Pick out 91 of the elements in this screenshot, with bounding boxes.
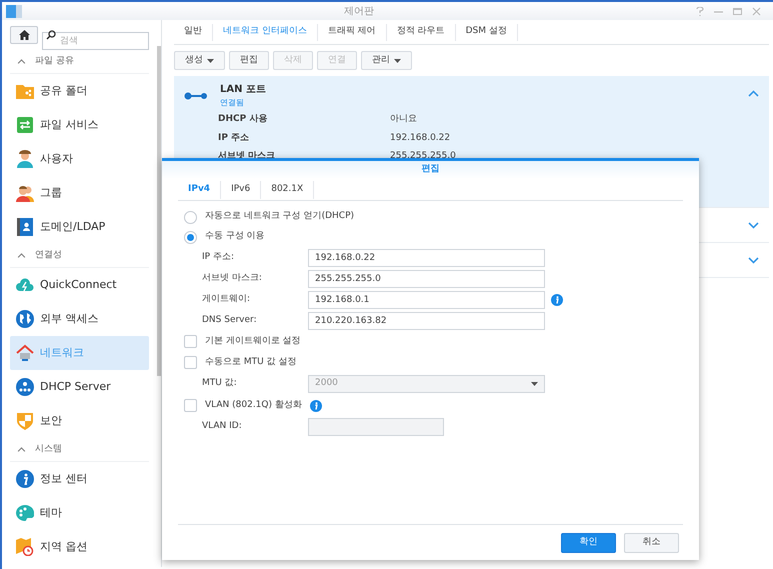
scrollbar[interactable] xyxy=(157,46,161,376)
sidebar-item[interactable]: DHCP Server xyxy=(10,370,149,404)
caret-icon xyxy=(394,58,401,62)
caret-icon xyxy=(207,58,214,62)
info-icon[interactable] xyxy=(551,294,563,306)
help-icon[interactable] xyxy=(696,6,704,16)
users-icon xyxy=(16,184,34,202)
toolbar-button[interactable]: 관리 xyxy=(361,51,412,70)
radio-label: 자동으로 네트워크 구성 얻기(DHCP) xyxy=(205,210,354,224)
search-field[interactable]: 검색 xyxy=(42,32,149,50)
field-label: VLAN ID: xyxy=(201,420,243,434)
checkbox-label: 기본 게이트웨이로 설정 xyxy=(205,334,301,348)
toolbar-button[interactable]: 생성 xyxy=(174,51,225,70)
expand-icon[interactable] xyxy=(748,222,759,228)
field-label: MTU 값: xyxy=(201,377,238,390)
sidebar-item[interactable]: 테마 xyxy=(10,496,149,530)
confirm-button[interactable]: 확인 xyxy=(561,532,616,552)
section-header[interactable]: 파일 공유 xyxy=(35,54,74,68)
cancel-button[interactable]: 취소 xyxy=(624,532,679,552)
home-icon xyxy=(18,30,30,40)
collapse-icon[interactable] xyxy=(17,446,26,452)
interface-status: 연결됨 xyxy=(220,97,245,109)
tab[interactable]: 802.1X xyxy=(261,180,314,198)
home-button[interactable] xyxy=(10,26,38,44)
checkbox[interactable] xyxy=(184,335,197,348)
user-icon xyxy=(16,150,34,168)
arrows-icon xyxy=(17,117,33,133)
input-field[interactable]: 192.168.0.22 xyxy=(308,248,545,266)
field-label: 서브넷 마스크: xyxy=(201,272,263,285)
tab[interactable]: 정적 라우트 xyxy=(386,24,456,40)
radio-button[interactable] xyxy=(184,230,197,244)
tab[interactable]: 트래픽 제어 xyxy=(318,24,387,40)
sidebar-item[interactable]: 정보 센터 xyxy=(10,462,149,496)
link-icon xyxy=(184,92,208,100)
collapse-icon[interactable] xyxy=(748,90,759,97)
sidebar-item[interactable]: 파일 서비스 xyxy=(10,108,149,142)
tab[interactable]: 네트워크 인터페이스 xyxy=(213,24,318,40)
map-clock-icon xyxy=(16,538,34,556)
sidebar-item[interactable]: 그룹 xyxy=(10,176,149,210)
tab[interactable]: 일반 xyxy=(174,24,213,40)
checkbox-label: 수동으로 MTU 값 설정 xyxy=(205,356,296,369)
sidebar-item[interactable]: QuickConnect xyxy=(10,268,149,302)
folder-icon xyxy=(16,83,34,99)
cloud-icon xyxy=(16,277,34,293)
checkbox[interactable] xyxy=(184,356,197,369)
dialog-title: 편집 xyxy=(422,163,440,176)
caret-icon xyxy=(531,382,538,386)
field-label: 게이트웨이: xyxy=(201,292,252,306)
detail-label: DHCP 사용 xyxy=(218,113,268,126)
app-icon xyxy=(6,4,22,18)
globe-icon xyxy=(16,310,34,328)
close-icon[interactable] xyxy=(752,6,761,16)
info-icon[interactable] xyxy=(310,400,322,412)
expand-icon[interactable] xyxy=(748,256,759,264)
input-field[interactable]: 210.220.163.82 xyxy=(308,312,545,330)
house-icon xyxy=(16,344,34,362)
search-icon xyxy=(46,30,56,40)
info-icon xyxy=(16,470,34,488)
sidebar-item[interactable]: 공유 폴더 xyxy=(10,74,149,108)
network-nodes-icon xyxy=(16,378,34,396)
tab[interactable]: DSM 설정 xyxy=(456,24,518,40)
window-title: 제어판 xyxy=(343,4,375,18)
sidebar-item[interactable]: 외부 액세스 xyxy=(10,302,149,336)
tab[interactable]: IPv4 xyxy=(178,180,222,198)
section-header[interactable]: 연결성 xyxy=(35,248,62,262)
sidebar-item[interactable]: 도메인/LDAP xyxy=(10,210,149,244)
checkbox-label: VLAN (802.1Q) 활성화 xyxy=(205,398,302,412)
sidebar-item[interactable]: 지역 옵션 xyxy=(10,530,149,564)
detail-value: 아니요 xyxy=(390,113,418,126)
checkbox[interactable] xyxy=(184,399,197,412)
radio-button[interactable] xyxy=(184,210,197,224)
field-label: IP 주소: xyxy=(201,250,235,264)
detail-value: 192.168.0.22 xyxy=(390,132,452,144)
field-label: DNS Server: xyxy=(201,314,258,327)
shield-icon xyxy=(17,412,33,430)
input-field[interactable]: 255.255.255.0 xyxy=(308,270,545,288)
radio-label: 수동 구성 이용 xyxy=(205,230,265,244)
detail-value: 255.255.255.0 xyxy=(390,150,457,163)
interface-name: LAN 포트 xyxy=(220,83,266,97)
section-header[interactable]: 시스템 xyxy=(35,442,62,456)
sidebar-item[interactable]: 보안 xyxy=(10,404,149,438)
palette-icon xyxy=(16,505,34,521)
sidebar-item[interactable]: 사용자 xyxy=(10,142,149,176)
input-field[interactable]: 192.168.0.1 xyxy=(308,290,545,308)
collapse-icon[interactable] xyxy=(17,252,26,258)
maximize-icon[interactable] xyxy=(733,6,742,16)
toolbar-button[interactable]: 편집 xyxy=(229,51,269,70)
tab[interactable]: IPv6 xyxy=(221,180,262,198)
collapse-icon[interactable] xyxy=(17,58,26,64)
contact-book-icon xyxy=(17,218,33,236)
detail-label: IP 주소 xyxy=(218,132,250,144)
